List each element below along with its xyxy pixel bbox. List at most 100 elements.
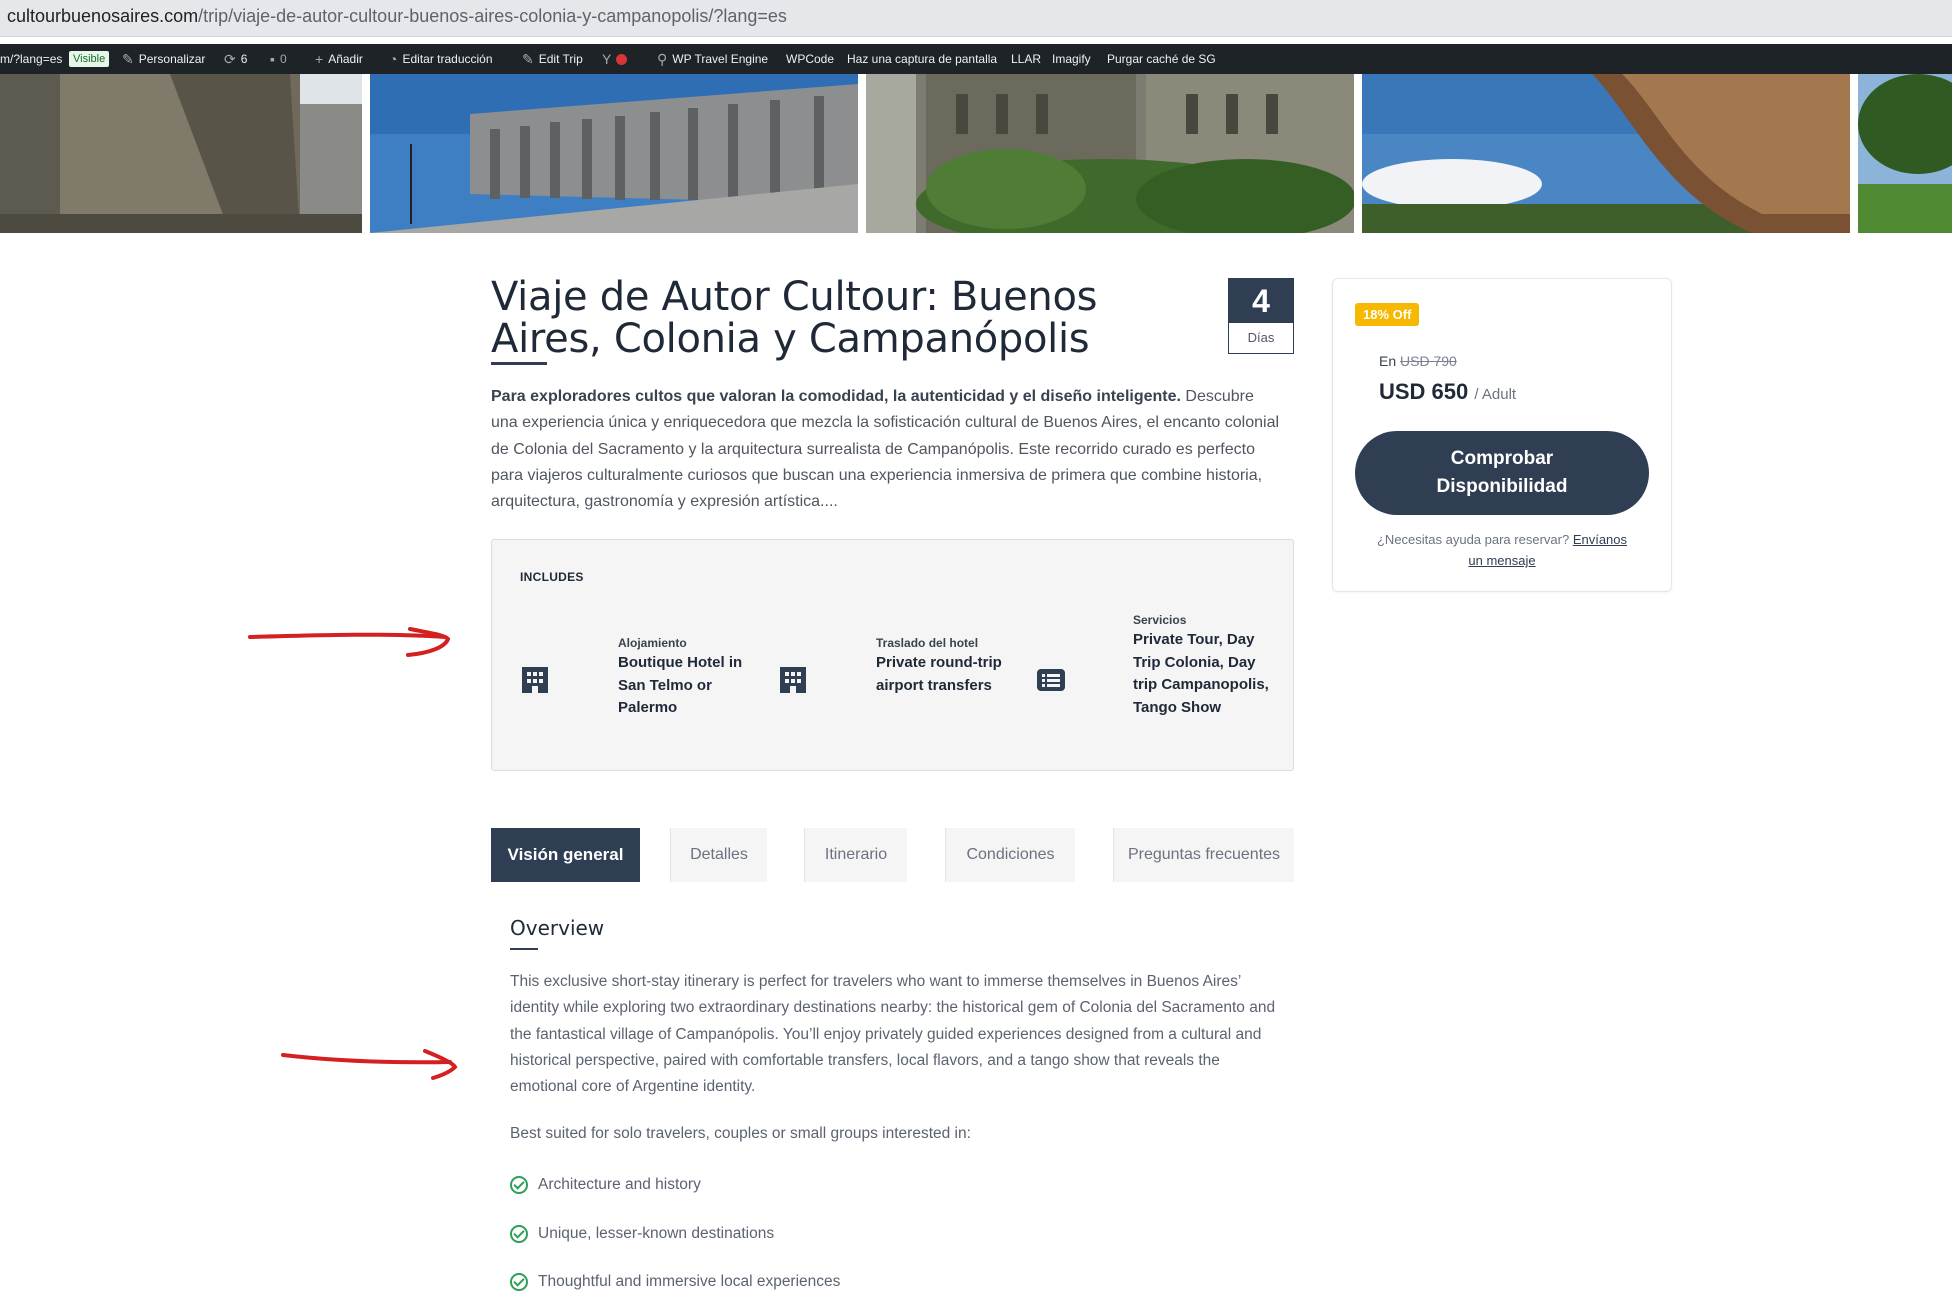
check-availability-button[interactable]: Comprobar Disponibilidad	[1355, 431, 1649, 515]
trip-description-lead: Para exploradores cultos que valoran la …	[491, 388, 1181, 405]
original-price: En USD 790	[1379, 353, 1457, 369]
trip-description: Para exploradores cultos que valoran la …	[491, 384, 1281, 515]
annotation-arrow-2	[281, 1049, 458, 1080]
include-transfer: Traslado del hotel Private round-trip ai…	[876, 636, 1006, 697]
visible-badge: Visible	[69, 51, 110, 67]
url-path: /trip/viaje-de-autor-cultour-buenos-aire…	[198, 6, 787, 26]
purge-cache-link[interactable]: Purgar caché de SG	[1107, 44, 1216, 74]
yoast-icon: Y	[602, 51, 612, 67]
list-item: Architecture and history	[510, 1176, 701, 1194]
overview-underline	[510, 948, 538, 950]
check-circle-icon	[510, 1273, 528, 1291]
brush-icon: ✎	[122, 51, 134, 67]
llar-link[interactable]: LLAR	[1011, 44, 1041, 74]
imagify-link[interactable]: Imagify	[1052, 44, 1091, 74]
translate-icon: ◔	[389, 51, 398, 67]
screenshot-label: Haz una captura de pantalla	[847, 52, 998, 66]
visible-badge-item[interactable]: Visible	[69, 44, 110, 74]
yoast-item[interactable]: Y	[602, 44, 628, 74]
include-label: Servicios	[1133, 613, 1187, 627]
seo-status-dot	[616, 53, 628, 65]
refresh-icon: ⟳	[224, 51, 236, 67]
screenshot-link[interactable]: Haz una captura de pantalla	[847, 44, 997, 74]
help-text: ¿Necesitas ayuda para reservar? Envíanos…	[1355, 529, 1649, 571]
browser-url-bar[interactable]: cultourbuenosaires.com/trip/viaje-de-aut…	[0, 0, 1952, 37]
travel-engine-icon: ⚲	[657, 51, 668, 67]
url-text[interactable]: cultourbuenosaires.com/trip/viaje-de-aut…	[7, 6, 787, 27]
tab-itinerary[interactable]: Itinerario	[804, 828, 907, 882]
comments-link[interactable]: ▪ 0	[270, 44, 287, 74]
customize-link[interactable]: ✎ Personalizar	[122, 44, 205, 74]
include-value: Boutique Hotel in San Telmo or Palermo	[618, 654, 743, 716]
price-unit: / Adult	[1474, 386, 1517, 403]
plus-icon: +	[315, 51, 324, 67]
send-message-link-2[interactable]: un mensaje	[1468, 553, 1535, 568]
overview-title: Overview	[510, 916, 605, 940]
gallery-photo-floralis-sculpture[interactable]	[1362, 74, 1850, 233]
pencil-icon: ✎	[522, 51, 534, 67]
gallery-photo-stone-wall[interactable]	[0, 74, 362, 233]
includes-heading: INCLUDES	[520, 570, 584, 584]
llar-label: LLAR	[1011, 52, 1042, 66]
building-icon	[780, 667, 806, 693]
tab-faq[interactable]: Preguntas frecuentes	[1113, 828, 1294, 882]
tab-conditions[interactable]: Condiciones	[945, 828, 1075, 882]
cta-line-2: Disponibilidad	[1436, 476, 1568, 497]
edit-translation-link[interactable]: ◔ Editar traducción	[389, 44, 493, 74]
purge-cache-label: Purgar caché de SG	[1107, 52, 1216, 66]
list-item-text: Thoughtful and immersive local experienc…	[538, 1273, 841, 1290]
current-price: USD 650 / Adult	[1379, 379, 1516, 405]
include-accommodation: Alojamiento Boutique Hotel in San Telmo …	[618, 636, 758, 720]
lang-fragment[interactable]: m/?lang=es	[0, 44, 62, 74]
edit-trip-link[interactable]: ✎ Edit Trip	[522, 44, 583, 74]
discount-badge: 18% Off	[1355, 303, 1420, 326]
price-value: USD 650	[1379, 379, 1469, 404]
edit-translation-label: Editar traducción	[402, 52, 493, 66]
includes-box: INCLUDES Alojamiento Boutique Hotel in S…	[491, 539, 1294, 771]
wp-travel-engine-label: WP Travel Engine	[672, 52, 769, 66]
gallery-photo-park[interactable]	[1858, 74, 1952, 233]
include-label: Alojamiento	[618, 636, 687, 650]
trip-description-body: Descubre una experiencia única y enrique…	[491, 388, 1280, 511]
list-item: Unique, lesser-known destinations	[510, 1225, 774, 1243]
wp-admin-bar: m/?lang=es Visible ✎ Personalizar ⟳ 6 ▪ 0 +…	[0, 44, 1952, 74]
include-value: Private round-trip airport transfers	[876, 654, 1002, 694]
comments-count: 0	[279, 52, 287, 66]
wpcode-link[interactable]: WPCode	[786, 44, 834, 74]
list-item: Thoughtful and immersive local experienc…	[510, 1273, 840, 1291]
updates-count: 6	[240, 52, 248, 66]
wpcode-label: WPCode	[786, 52, 835, 66]
overview-text: This exclusive short-stay itinerary is p…	[510, 973, 1276, 1096]
add-new-link[interactable]: + Añadir	[315, 44, 363, 74]
lang-fragment-text: m/?lang=es	[0, 52, 63, 66]
include-services: Servicios Private Tour, Day Trip Colonia…	[1133, 613, 1278, 719]
edit-trip-label: Edit Trip	[538, 52, 583, 66]
title-underline	[491, 362, 547, 365]
help-question: ¿Necesitas ayuda para reservar?	[1376, 532, 1570, 547]
customize-label: Personalizar	[138, 52, 206, 66]
imagify-label: Imagify	[1052, 52, 1091, 66]
check-circle-icon	[510, 1225, 528, 1243]
list-icon	[1037, 669, 1065, 691]
old-price: USD 790	[1400, 353, 1457, 369]
updates-link[interactable]: ⟳ 6	[224, 44, 247, 74]
gallery-photo-gothic-building[interactable]	[866, 74, 1354, 233]
wp-travel-engine-link[interactable]: ⚲ WP Travel Engine	[657, 44, 768, 74]
send-message-link[interactable]: Envíanos	[1573, 532, 1627, 547]
days-label: Días	[1247, 330, 1275, 345]
cta-line-1: Comprobar	[1450, 448, 1554, 469]
include-label: Traslado del hotel	[876, 636, 979, 650]
include-value: Private Tour, Day Trip Colonia, Day trip…	[1133, 631, 1269, 716]
annotation-arrow-1	[248, 627, 451, 657]
tab-overview[interactable]: Visión general	[491, 828, 640, 882]
tab-details[interactable]: Detalles	[670, 828, 767, 882]
list-item-text: Architecture and history	[538, 1176, 701, 1193]
from-label: En	[1379, 353, 1397, 369]
url-host: cultourbuenosaires.com	[7, 6, 199, 26]
check-circle-icon	[510, 1176, 528, 1194]
comment-icon: ▪	[270, 51, 275, 67]
booking-card: 18% Off En USD 790 USD 650 / Adult Compr…	[1332, 278, 1672, 592]
photo-gallery	[0, 74, 1952, 233]
list-item-text: Unique, lesser-known destinations	[538, 1225, 775, 1242]
gallery-photo-law-faculty[interactable]	[370, 74, 858, 233]
